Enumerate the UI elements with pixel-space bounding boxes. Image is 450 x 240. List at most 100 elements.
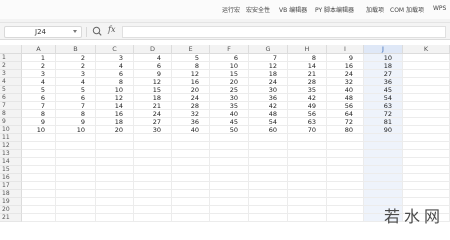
- grid-cell[interactable]: [327, 134, 364, 142]
- grid-cell[interactable]: [134, 206, 172, 214]
- grid-cell[interactable]: 4: [22, 78, 56, 86]
- grid-cell[interactable]: [210, 214, 249, 222]
- grid-cell[interactable]: 6: [56, 94, 96, 102]
- grid-cell[interactable]: 14: [96, 102, 134, 110]
- grid-cell[interactable]: 42: [249, 102, 288, 110]
- grid-cell[interactable]: [327, 150, 364, 158]
- grid-cell[interactable]: 54: [249, 118, 288, 126]
- grid-cell[interactable]: 8: [22, 110, 56, 118]
- grid-cell[interactable]: [288, 142, 327, 150]
- macro-security-button[interactable]: 宏安全性: [246, 5, 270, 14]
- row-header[interactable]: 15: [0, 166, 22, 174]
- grid-cell[interactable]: [22, 182, 56, 190]
- grid-cell[interactable]: [172, 174, 210, 182]
- grid-cell[interactable]: [210, 174, 249, 182]
- grid-cell[interactable]: [172, 190, 210, 198]
- grid-cell[interactable]: [96, 134, 134, 142]
- grid-cell[interactable]: 24: [134, 110, 172, 118]
- grid-cell[interactable]: 12: [134, 78, 172, 86]
- column-header[interactable]: B: [56, 45, 96, 54]
- grid-cell[interactable]: [56, 198, 96, 206]
- column-header[interactable]: C: [96, 45, 134, 54]
- grid-cell[interactable]: [288, 206, 327, 214]
- grid-cell[interactable]: 48: [327, 94, 364, 102]
- grid-cell[interactable]: [22, 174, 56, 182]
- grid-cell[interactable]: [249, 198, 288, 206]
- grid-cell[interactable]: 10: [364, 54, 403, 62]
- grid-cell[interactable]: [22, 214, 56, 222]
- grid-cell[interactable]: 5: [22, 86, 56, 94]
- grid-cell[interactable]: [249, 190, 288, 198]
- grid-cell[interactable]: [403, 126, 450, 134]
- row-header[interactable]: 21: [0, 214, 22, 222]
- grid-cell[interactable]: 90: [364, 126, 403, 134]
- grid-cell[interactable]: [327, 182, 364, 190]
- name-box[interactable]: J24: [4, 26, 82, 38]
- grid-cell[interactable]: 28: [172, 102, 210, 110]
- vb-editor-button[interactable]: VB 编辑器: [279, 5, 307, 14]
- row-header[interactable]: 13: [0, 150, 22, 158]
- grid-cell[interactable]: [22, 190, 56, 198]
- grid-cell[interactable]: [134, 158, 172, 166]
- grid-cell[interactable]: [56, 134, 96, 142]
- grid-cell[interactable]: [172, 166, 210, 174]
- grid-cell[interactable]: 64: [327, 110, 364, 118]
- grid-cell[interactable]: 35: [288, 86, 327, 94]
- grid-cell[interactable]: 3: [22, 70, 56, 78]
- grid-cell[interactable]: [403, 174, 450, 182]
- grid-cell[interactable]: [210, 142, 249, 150]
- grid-cell[interactable]: [327, 190, 364, 198]
- wps-button[interactable]: WPS: [433, 5, 446, 12]
- grid-cell[interactable]: [172, 182, 210, 190]
- grid-cell[interactable]: [403, 86, 450, 94]
- grid-cell[interactable]: 21: [134, 102, 172, 110]
- grid-cell[interactable]: 27: [134, 118, 172, 126]
- row-header[interactable]: 19: [0, 198, 22, 206]
- zoom-icon[interactable]: [92, 26, 102, 37]
- grid-cell[interactable]: [134, 198, 172, 206]
- grid-cell[interactable]: [210, 206, 249, 214]
- grid-cell[interactable]: 30: [249, 86, 288, 94]
- grid-cell[interactable]: 60: [249, 126, 288, 134]
- grid-cell[interactable]: 16: [172, 78, 210, 86]
- grid-cell[interactable]: [22, 150, 56, 158]
- grid-cell[interactable]: 81: [364, 118, 403, 126]
- row-header[interactable]: 11: [0, 134, 22, 142]
- row-header[interactable]: 1: [0, 54, 22, 62]
- grid-cell[interactable]: [364, 166, 403, 174]
- grid-cell[interactable]: [327, 198, 364, 206]
- column-header[interactable]: J: [364, 45, 403, 54]
- grid-cell[interactable]: [403, 102, 450, 110]
- grid-cell[interactable]: 40: [172, 126, 210, 134]
- grid-cell[interactable]: [56, 182, 96, 190]
- grid-cell[interactable]: [210, 134, 249, 142]
- grid-cell[interactable]: 3: [56, 70, 96, 78]
- column-header[interactable]: A: [22, 45, 56, 54]
- grid-cell[interactable]: [210, 150, 249, 158]
- grid-cell[interactable]: [403, 190, 450, 198]
- grid-cell[interactable]: 5: [172, 54, 210, 62]
- spreadsheet-grid[interactable]: A B C D E F G H I J K 1 1 2 3 4 5 6 7 8 9 10 2 2 2 4 6 8 10 12 14 16 18 3…: [0, 45, 450, 231]
- grid-cell[interactable]: [56, 214, 96, 222]
- grid-cell[interactable]: [96, 174, 134, 182]
- grid-cell[interactable]: 8: [96, 78, 134, 86]
- grid-cell[interactable]: 3: [96, 54, 134, 62]
- grid-cell[interactable]: 18: [249, 70, 288, 78]
- column-header[interactable]: I: [327, 45, 364, 54]
- grid-cell[interactable]: 16: [327, 62, 364, 70]
- grid-cell[interactable]: [327, 174, 364, 182]
- grid-cell[interactable]: [403, 142, 450, 150]
- grid-cell[interactable]: [96, 158, 134, 166]
- grid-cell[interactable]: 12: [249, 62, 288, 70]
- row-header[interactable]: 12: [0, 142, 22, 150]
- grid-cell[interactable]: [56, 174, 96, 182]
- grid-cell[interactable]: [172, 158, 210, 166]
- grid-cell[interactable]: [403, 158, 450, 166]
- grid-cell[interactable]: 7: [56, 102, 96, 110]
- grid-cell[interactable]: 45: [364, 86, 403, 94]
- com-addins-button[interactable]: COM 加载项: [390, 5, 424, 14]
- grid-cell[interactable]: 32: [172, 110, 210, 118]
- grid-cell[interactable]: 20: [96, 126, 134, 134]
- grid-cell[interactable]: [403, 78, 450, 86]
- grid-cell[interactable]: [403, 166, 450, 174]
